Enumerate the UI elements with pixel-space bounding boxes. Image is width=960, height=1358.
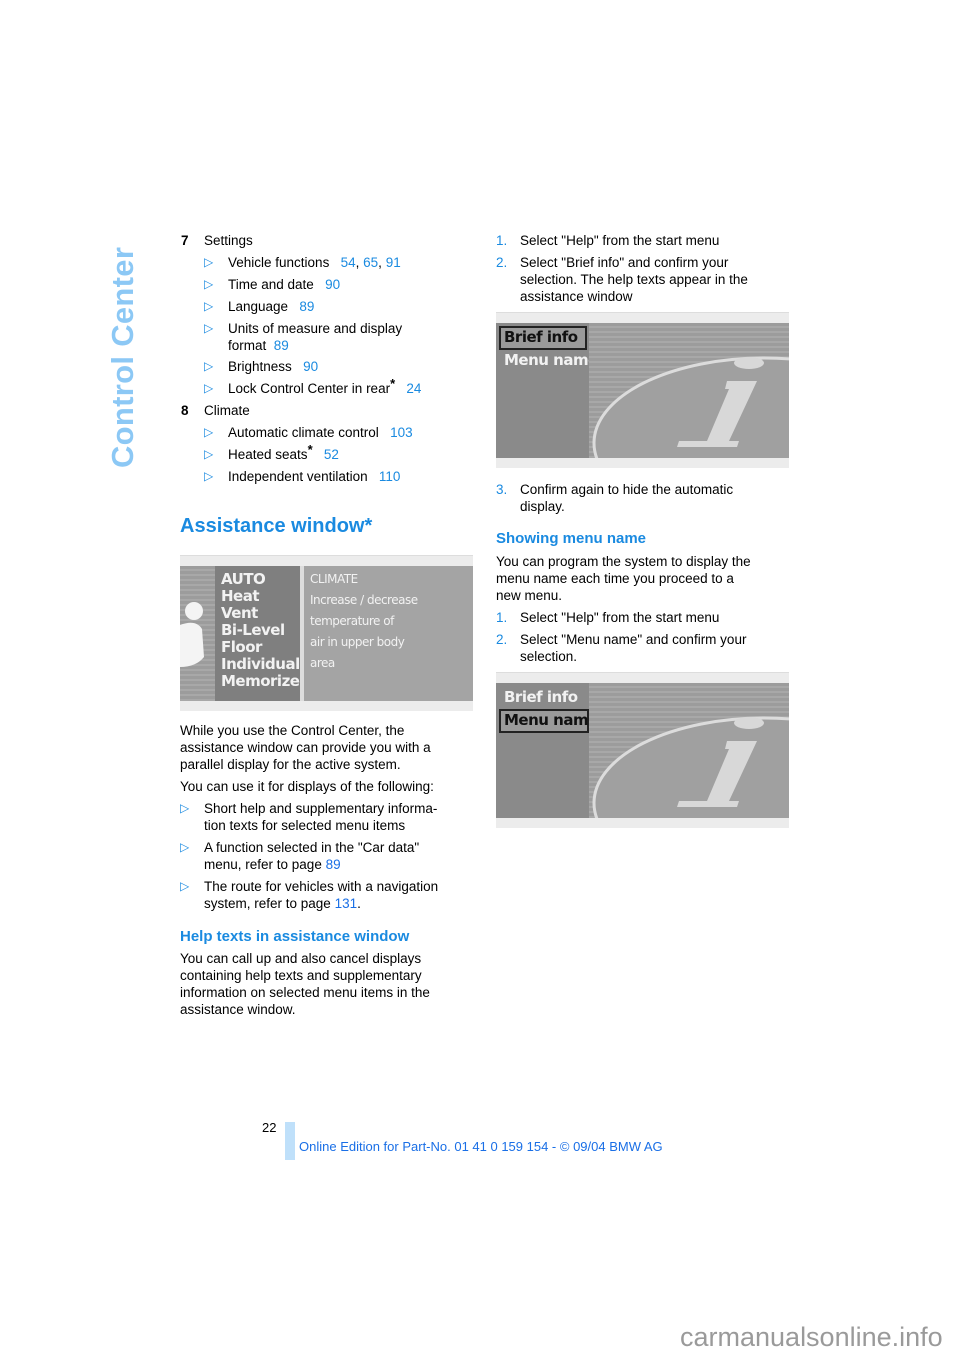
- page-ref-link[interactable]: 52: [324, 447, 339, 462]
- triangle-bullet-icon: ▷: [204, 299, 214, 313]
- list-item-climate: Climate: [204, 403, 250, 418]
- paragraph-line: information on selected menu items in th…: [180, 985, 430, 1000]
- page-ref-link[interactable]: 110: [379, 469, 401, 484]
- optional-star-icon: *: [307, 442, 313, 457]
- site-watermark: carmanualsonline.info: [680, 1322, 943, 1352]
- paragraph-line: menu name each time you proceed to a: [496, 571, 734, 586]
- section-heading: Assistance window*: [180, 515, 373, 537]
- menu-option-menu-name: Menu name: [504, 351, 598, 369]
- list-number: 8: [181, 403, 189, 418]
- triangle-bullet-icon: ▷: [204, 359, 214, 373]
- info-i-icon: [592, 716, 789, 818]
- list-item-settings: Settings: [204, 233, 253, 248]
- panel-text: temperature of: [310, 614, 394, 628]
- triangle-bullet-icon: ▷: [204, 255, 214, 269]
- paragraph-line: containing help texts and supplementary: [180, 968, 422, 983]
- triangle-bullet-icon: ▷: [204, 425, 214, 439]
- panel-text: Increase / decrease: [310, 593, 418, 607]
- step-number: 2.: [496, 632, 508, 647]
- page-ref-link[interactable]: 91: [386, 255, 401, 270]
- paragraph-line: parallel display for the active system.: [180, 757, 401, 772]
- page-ref-link[interactable]: 89: [326, 857, 341, 872]
- panel-text: area: [310, 656, 335, 670]
- step-number: 1.: [496, 610, 508, 625]
- footer-accent-bar: [285, 1122, 295, 1160]
- brief-info-screenshot: Brief info Menu name: [496, 312, 789, 468]
- paragraph-line: assistance window can provide you with a: [180, 740, 431, 755]
- paragraph-line: assistance window.: [180, 1002, 296, 1017]
- menu-option: Memorize: [221, 672, 300, 690]
- page-ref-link[interactable]: 131: [335, 896, 358, 911]
- info-graphic-panel: [589, 323, 789, 458]
- seat-occupant-icon: [180, 602, 204, 667]
- climate-menu: AUTO Heat Vent Bi-Level Floor Individual…: [215, 566, 300, 701]
- menu-name-screenshot: Brief info Menu name: [496, 672, 789, 828]
- optional-star-icon: *: [390, 376, 396, 391]
- menu-option-brief-info: Brief info: [504, 328, 578, 346]
- page-ref-link[interactable]: 54: [341, 255, 356, 270]
- step-number: 3.: [496, 482, 508, 497]
- section-side-title: Control Center: [105, 246, 140, 468]
- triangle-bullet-icon: ▷: [204, 277, 214, 291]
- menu-option: AUTO: [221, 570, 266, 588]
- step-number: 1.: [496, 233, 508, 248]
- page-ref-link[interactable]: 90: [303, 359, 318, 374]
- triangle-bullet-icon: ▷: [204, 321, 214, 335]
- page-ref-link[interactable]: 65: [363, 255, 378, 270]
- page-ref-link[interactable]: 89: [299, 299, 314, 314]
- triangle-bullet-icon: ▷: [180, 879, 190, 893]
- panel-text: CLIMATE: [310, 572, 358, 586]
- help-menu: Brief info Menu name: [496, 323, 598, 458]
- menu-option: Bi-Level: [221, 621, 285, 639]
- assistance-window-screenshot: AUTO Heat Vent Bi-Level Floor Individual…: [180, 555, 473, 711]
- paragraph-line: You can program the system to display th…: [496, 554, 751, 569]
- page-number: 22: [262, 1120, 277, 1135]
- info-graphic-panel: [589, 683, 789, 818]
- edition-footer: Online Edition for Part-No. 01 41 0 159 …: [299, 1139, 663, 1154]
- step-number: 2.: [496, 255, 508, 270]
- subsection-heading: Help texts in assistance window: [180, 928, 410, 945]
- paragraph-line: You can use it for displays of the follo…: [180, 779, 434, 794]
- menu-option: Vent: [221, 604, 258, 622]
- page-ref-link[interactable]: 24: [406, 381, 421, 396]
- menu-option-brief-info: Brief info: [504, 688, 578, 706]
- triangle-bullet-icon: ▷: [204, 381, 214, 395]
- paragraph-line: You can call up and also cancel displays: [180, 951, 422, 966]
- triangle-bullet-icon: ▷: [180, 840, 190, 854]
- page-ref-link[interactable]: 103: [390, 425, 413, 440]
- menu-option: Floor: [221, 638, 262, 656]
- help-menu: Brief info Menu name: [496, 683, 598, 818]
- info-i-icon: [592, 356, 789, 458]
- paragraph-line: While you use the Control Center, the: [180, 723, 405, 738]
- menu-option: Heat: [221, 587, 260, 605]
- climate-info-panel: CLIMATE Increase / decrease temperature …: [304, 566, 473, 701]
- page-ref-link[interactable]: 89: [274, 338, 289, 353]
- menu-option: Individual: [221, 655, 300, 673]
- panel-text: air in upper body: [310, 635, 405, 649]
- subsection-heading: Showing menu name: [496, 530, 647, 547]
- list-number: 7: [181, 233, 189, 248]
- triangle-bullet-icon: ▷: [180, 801, 190, 815]
- page-ref-link[interactable]: 90: [325, 277, 340, 292]
- paragraph-line: new menu.: [496, 588, 563, 603]
- triangle-bullet-icon: ▷: [204, 469, 214, 483]
- triangle-bullet-icon: ▷: [204, 447, 214, 461]
- menu-option-menu-name: Menu name: [504, 711, 598, 729]
